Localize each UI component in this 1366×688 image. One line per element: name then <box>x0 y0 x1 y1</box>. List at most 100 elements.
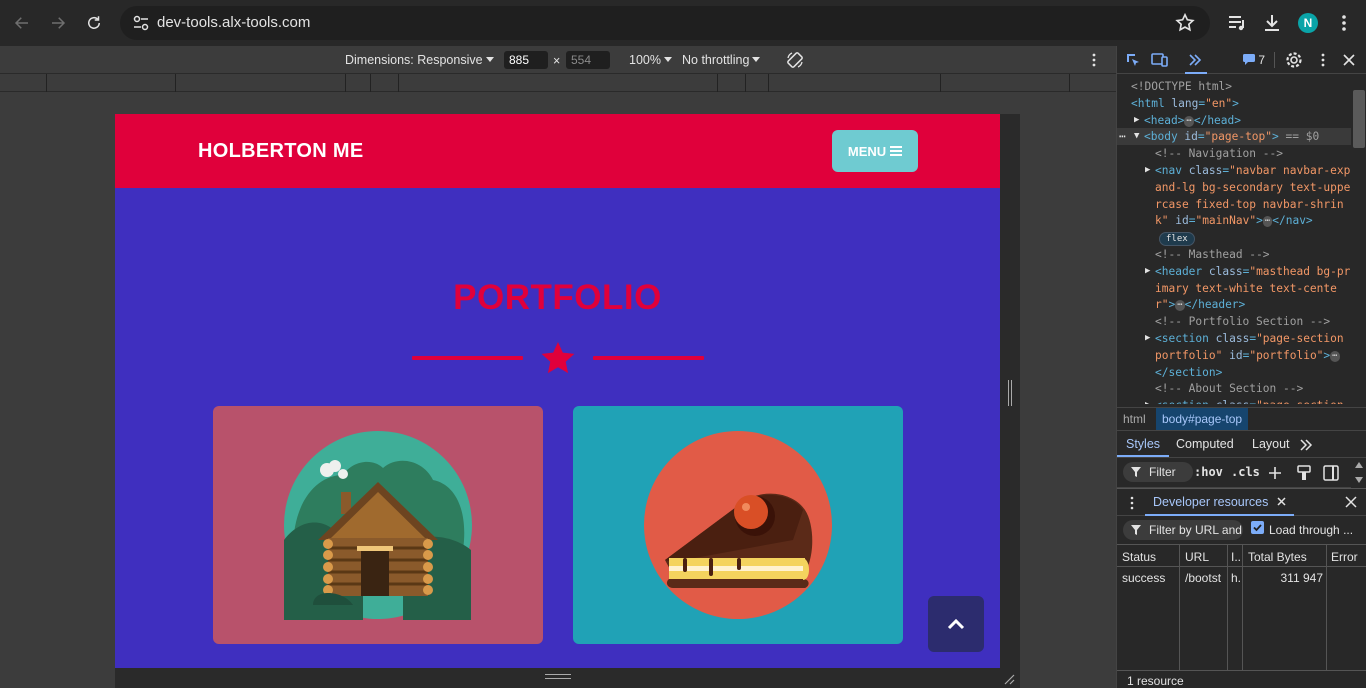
dom-token: <!-- Masthead --> <box>1155 248 1270 261</box>
add-rule-icon[interactable] <box>1268 466 1282 480</box>
expanded-triangle-icon[interactable]: ▼ <box>1134 128 1139 145</box>
dom-tree-line[interactable]: k" id="mainNav"> ⋯ </nav> <box>1117 212 1351 229</box>
reload-button[interactable] <box>82 11 106 35</box>
cls-toggle[interactable]: .cls <box>1231 465 1260 479</box>
load-through-label: Load through ... <box>1269 523 1354 537</box>
downloads-icon[interactable] <box>1261 12 1283 34</box>
drawer-menu-icon[interactable] <box>1127 496 1137 510</box>
menu-button[interactable]: MENU <box>832 130 918 172</box>
forward-button[interactable] <box>46 11 70 35</box>
dom-token: "masthead bg-pr <box>1249 264 1351 278</box>
table-row[interactable]: success /bootst h. 311 947 <box>1117 567 1366 587</box>
row-total-bytes: 311 947 <box>1280 571 1324 585</box>
collapsed-triangle-icon[interactable]: ▶ <box>1134 112 1139 129</box>
double-chevron-right-icon[interactable] <box>1299 439 1313 451</box>
kebab-menu-icon[interactable] <box>1333 12 1355 34</box>
sidebar-toggle-icon[interactable] <box>1323 465 1339 481</box>
back-button[interactable] <box>10 11 34 35</box>
dom-tree-line[interactable]: and-lg bg-secondary text-uppe <box>1117 179 1351 196</box>
flex-badge[interactable]: flex <box>1159 232 1195 247</box>
kebab-menu-icon[interactable] <box>1316 52 1330 68</box>
tab-developer-resources[interactable]: Developer resources <box>1145 489 1294 516</box>
dom-tree-line[interactable]: <!-- About Section --> <box>1117 380 1351 397</box>
header-url[interactable]: URL <box>1185 550 1209 564</box>
dom-tree-line[interactable]: ▶<section class="page-section <box>1117 330 1351 347</box>
dom-tree-line[interactable]: </section> <box>1117 364 1351 381</box>
dimensions-dropdown[interactable]: Dimensions: Responsive <box>345 53 494 67</box>
header-error[interactable]: Error <box>1331 550 1358 564</box>
dom-tree-line[interactable]: <html lang="en"> <box>1117 95 1351 112</box>
dom-tree-line[interactable]: <!-- Portfolio Section --> <box>1117 313 1351 330</box>
dom-tree-line[interactable]: ▶ <head> ⋯ </head> <box>1117 112 1351 129</box>
dom-tree-line[interactable]: <!DOCTYPE html> <box>1117 78 1351 95</box>
close-drawer-icon[interactable] <box>1345 496 1357 508</box>
address-bar[interactable]: dev-tools.alx-tools.com <box>120 6 1210 40</box>
dom-tree-line[interactable]: ▶ <header class="masthead bg-pr <box>1117 263 1351 280</box>
breadcrumb-body[interactable]: body#page-top <box>1156 408 1249 430</box>
breadcrumb-html[interactable]: html <box>1123 412 1146 426</box>
more-tabs-button[interactable] <box>1185 50 1207 74</box>
viewport-resize-handle-bottom[interactable] <box>115 668 1020 688</box>
dom-tree-line[interactable]: imary text-white text-cente <box>1117 280 1351 297</box>
close-tab-icon[interactable] <box>1277 497 1286 506</box>
issues-counter[interactable]: 7 <box>1243 53 1265 67</box>
throttling-dropdown[interactable]: No throttling <box>682 53 761 67</box>
dom-tree-line[interactable]: portfolio" id="portfolio"> ⋯ <box>1117 347 1351 364</box>
inspect-element-icon[interactable] <box>1125 52 1141 68</box>
bookmark-star-icon[interactable] <box>1174 12 1196 34</box>
more-options-icon[interactable] <box>1086 52 1102 68</box>
dom-token: <nav <box>1155 164 1189 177</box>
dom-tree-line[interactable]: r"> ⋯ </header> <box>1117 296 1351 313</box>
tab-computed[interactable]: Computed <box>1176 437 1234 451</box>
media-tick <box>745 74 746 92</box>
load-through-checkbox[interactable] <box>1251 521 1264 534</box>
portfolio-item-cake[interactable] <box>573 406 903 644</box>
styles-scrollbar[interactable] <box>1351 458 1366 488</box>
dom-tree-line[interactable]: <!-- Navigation --> <box>1117 145 1351 162</box>
collapsed-triangle-icon[interactable]: ▶ <box>1145 330 1150 347</box>
tab-layout[interactable]: Layout <box>1252 437 1290 451</box>
dom-token: class <box>1188 164 1223 177</box>
site-settings-icon[interactable] <box>132 14 150 32</box>
divider-line-left <box>412 356 523 360</box>
close-icon[interactable] <box>1342 53 1356 67</box>
dom-token: k" <box>1155 214 1176 228</box>
dom-scrollbar-thumb[interactable] <box>1353 90 1365 148</box>
dom-token: id <box>1175 214 1189 228</box>
media-tick <box>370 74 371 92</box>
resources-filter-input[interactable]: Filter by URL and <box>1123 520 1243 540</box>
scroll-to-top-button[interactable] <box>928 596 984 652</box>
dom-tree-line[interactable]: flex <box>1117 229 1351 247</box>
site-brand[interactable]: HOLBERTON ME <box>198 140 363 163</box>
resources-footer: 1 resource <box>1117 670 1366 688</box>
device-toggle-icon[interactable] <box>1151 52 1169 68</box>
portfolio-item-cabin[interactable] <box>213 406 543 644</box>
viewport-resize-handle-right[interactable] <box>1000 114 1020 688</box>
node-menu-icon[interactable]: ⋯ <box>1119 128 1126 145</box>
gear-icon[interactable] <box>1285 51 1303 69</box>
collapsed-triangle-icon[interactable]: ▶ <box>1145 397 1150 404</box>
dom-tree-line[interactable]: ▶<section class="page-section <box>1117 397 1351 404</box>
zoom-dropdown[interactable]: 100% <box>629 53 672 67</box>
styles-filter-input[interactable]: Filter <box>1123 462 1193 482</box>
height-input[interactable]: 554 <box>566 51 610 69</box>
dom-tree-line[interactable]: rcase fixed-top navbar-shrin <box>1117 196 1351 213</box>
header-initiator[interactable]: I.. <box>1231 550 1241 564</box>
media-controls-icon[interactable] <box>1226 12 1248 34</box>
header-status[interactable]: Status <box>1122 550 1156 564</box>
profile-avatar[interactable]: N <box>1298 13 1318 33</box>
media-query-bar[interactable] <box>0 74 1116 92</box>
tab-styles[interactable]: Styles <box>1117 431 1170 457</box>
collapsed-triangle-icon[interactable]: ▶ <box>1145 263 1150 280</box>
header-total-bytes[interactable]: Total Bytes <box>1248 550 1307 564</box>
collapsed-triangle-icon[interactable]: ▶ <box>1145 162 1150 179</box>
dom-tree-line[interactable]: ▶ <nav class="navbar navbar-exp <box>1117 162 1351 179</box>
paint-brush-icon[interactable] <box>1297 465 1311 481</box>
resize-corner-icon[interactable] <box>1003 673 1015 685</box>
dom-tree-line[interactable]: ⋯ ▼ <body id="page-top"> == $0 <box>1117 128 1351 146</box>
hov-toggle[interactable]: :hov <box>1194 465 1223 479</box>
width-input[interactable]: 885 <box>504 51 548 69</box>
dom-tree-line[interactable]: <!-- Masthead --> <box>1117 246 1351 263</box>
rotate-icon[interactable] <box>785 50 805 70</box>
dom-tree[interactable]: <!DOCTYPE html> <html lang="en"> ▶ <head> ⋯ <… <box>1117 74 1351 404</box>
